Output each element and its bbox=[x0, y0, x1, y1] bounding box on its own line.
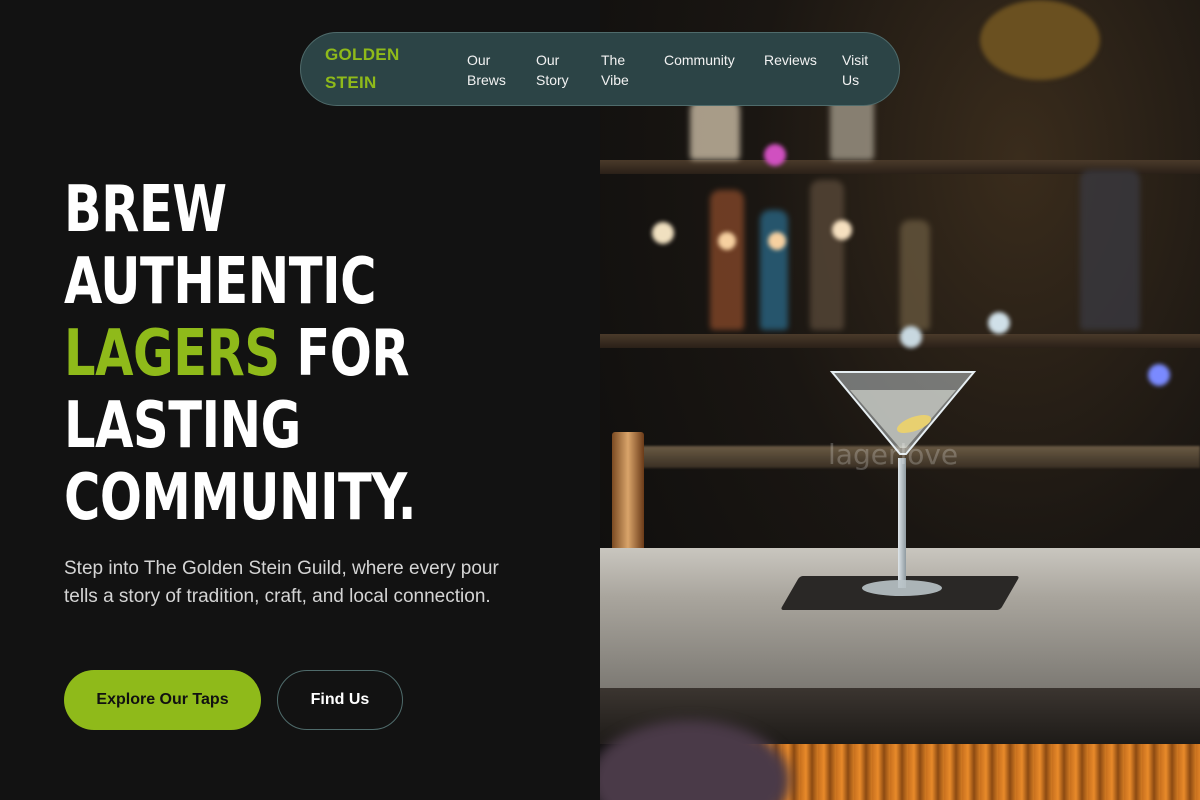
nav-link-text: The bbox=[601, 52, 626, 68]
nav-link-text: Community bbox=[664, 52, 735, 68]
explore-taps-button[interactable]: Explore Our Taps bbox=[64, 670, 261, 730]
bokeh-light bbox=[764, 144, 786, 166]
headline-line-1: BREW bbox=[64, 173, 227, 247]
hero-headline: BREW AUTHENTIC LAGERS FOR LASTING COMMUN… bbox=[64, 174, 511, 534]
nav-link-our-brews[interactable]: Our Brews bbox=[467, 50, 511, 90]
nav-link-text: Our bbox=[536, 52, 560, 68]
nav-link-the-vibe[interactable]: The Vibe bbox=[601, 50, 641, 90]
top-navigation: GOLDEN STEIN Our Brews Our Story The Vib… bbox=[300, 32, 900, 106]
nav-link-text: Story bbox=[536, 72, 569, 88]
hero-subtitle: Step into The Golden Stein Guild, where … bbox=[64, 558, 499, 607]
nav-link-text: Us bbox=[842, 72, 860, 88]
find-us-button[interactable]: Find Us bbox=[277, 670, 403, 730]
glass-stem bbox=[898, 458, 906, 588]
headline-accent-word: LAGERS bbox=[64, 317, 280, 391]
nav-link-text: Our bbox=[467, 52, 491, 68]
bokeh-light bbox=[832, 220, 852, 240]
bottle-shape bbox=[690, 100, 740, 160]
glass-base bbox=[862, 580, 942, 596]
bottle-shape bbox=[900, 220, 930, 330]
nav-link-text: Reviews bbox=[764, 52, 817, 68]
headline-line-2: AUTHENTIC bbox=[64, 245, 376, 319]
nav-link-text: Vibe bbox=[601, 72, 629, 88]
hero-left-panel: BREW AUTHENTIC LAGERS FOR LASTING COMMUN… bbox=[0, 0, 600, 800]
brand-logo[interactable]: GOLDEN STEIN bbox=[325, 41, 445, 97]
bokeh-light bbox=[980, 0, 1100, 80]
nav-link-reviews[interactable]: Reviews bbox=[764, 50, 834, 70]
headline-line-3-rest: FOR bbox=[279, 317, 410, 391]
nav-link-our-story[interactable]: Our Story bbox=[536, 50, 580, 90]
nav-link-visit-us[interactable]: Visit Us bbox=[842, 50, 882, 90]
bokeh-light bbox=[768, 232, 786, 250]
bottle-shape bbox=[760, 210, 788, 330]
image-watermark: lagerlove bbox=[828, 438, 959, 471]
logo-line-2: STEIN bbox=[325, 73, 377, 92]
nav-link-text: Visit bbox=[842, 52, 869, 68]
nav-link-community[interactable]: Community bbox=[664, 50, 754, 70]
jigger-shaker bbox=[612, 432, 644, 562]
logo-line-1: GOLDEN bbox=[325, 45, 400, 64]
bokeh-light bbox=[718, 232, 736, 250]
bokeh-light bbox=[652, 222, 674, 244]
bottle-shape bbox=[1080, 170, 1140, 330]
bokeh-light bbox=[1148, 364, 1170, 386]
headline-line-4: LASTING bbox=[64, 389, 301, 463]
bokeh-light bbox=[900, 326, 922, 348]
headline-line-3: LAGERS FOR bbox=[64, 318, 511, 390]
headline-line-5: COMMUNITY. bbox=[64, 461, 417, 535]
nav-link-text: Brews bbox=[467, 72, 506, 88]
hero-bar-image: lagerlove bbox=[600, 0, 1200, 800]
bokeh-light bbox=[988, 312, 1010, 334]
bottle-shape bbox=[710, 190, 744, 330]
bottle-shape bbox=[810, 180, 844, 330]
